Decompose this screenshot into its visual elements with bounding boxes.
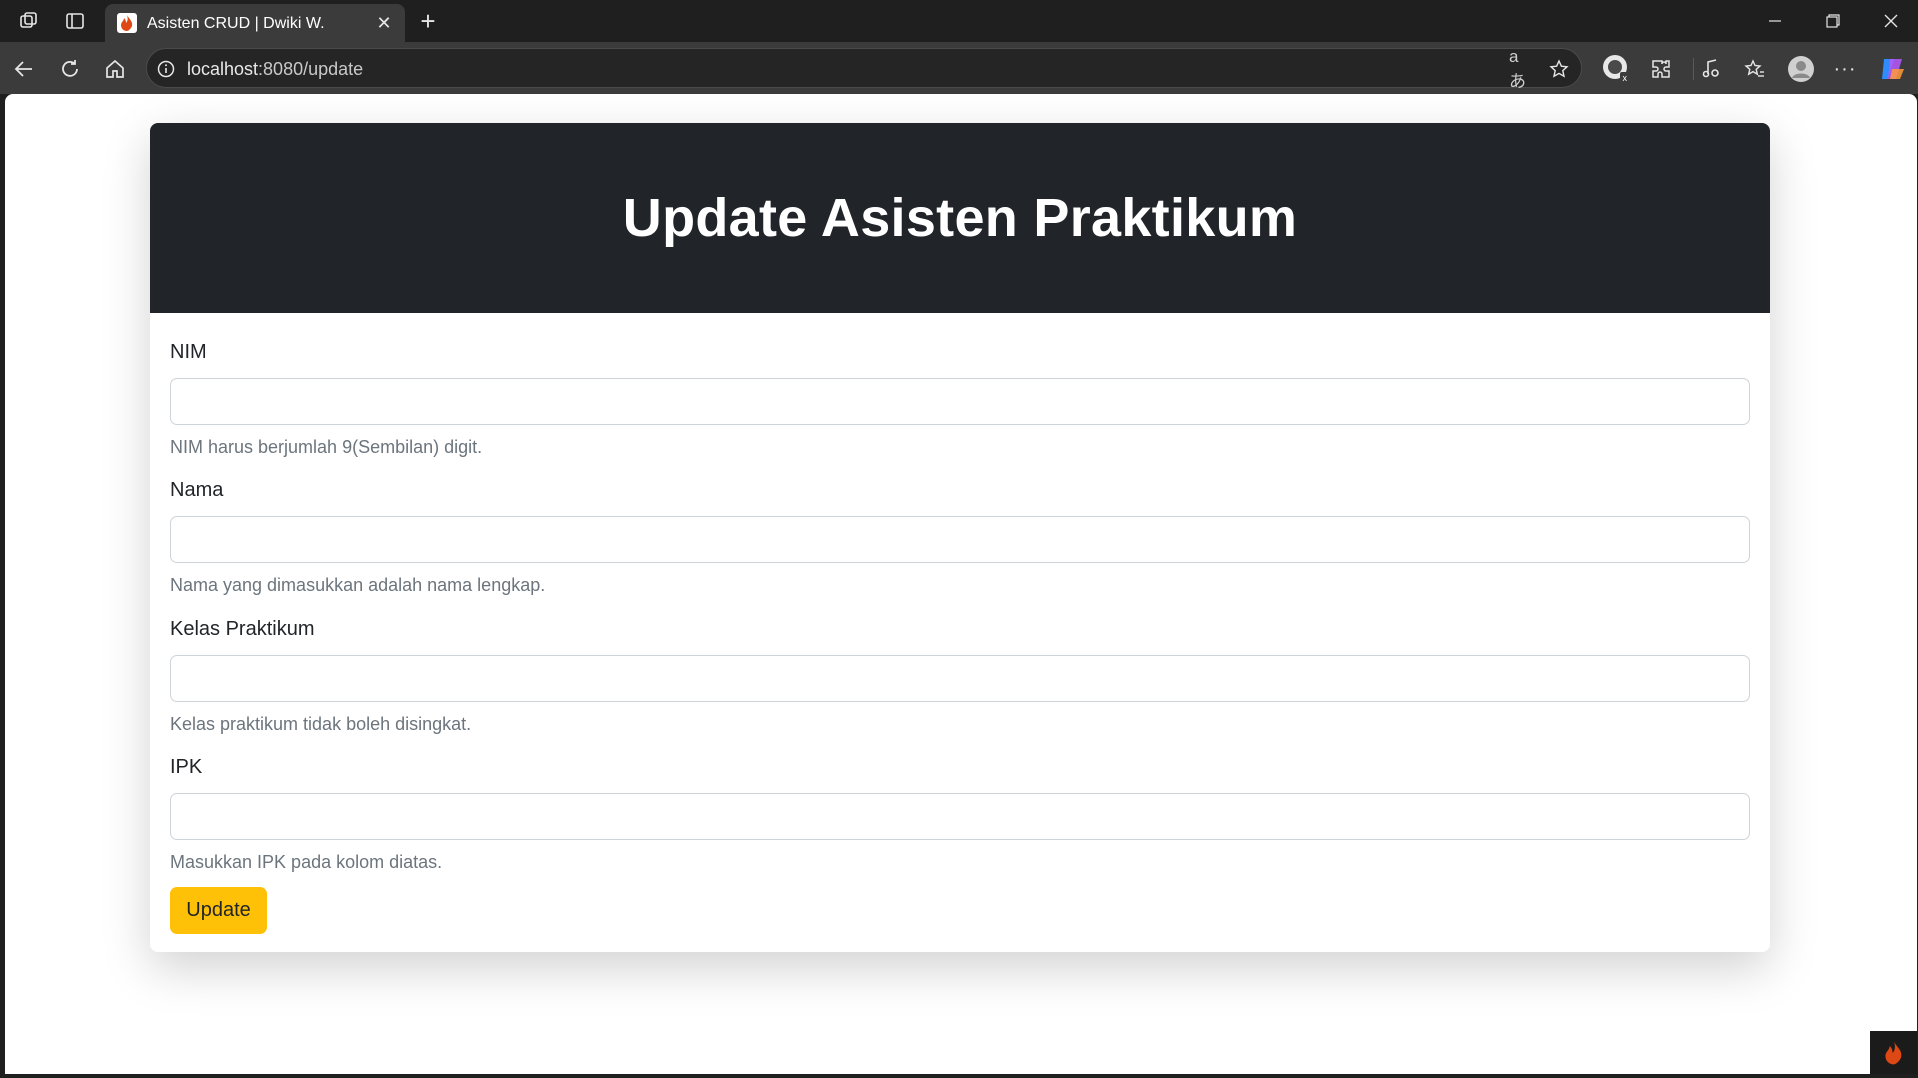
page-viewport: Update Asisten Praktikum NIM NIM harus b… (5, 94, 1917, 1074)
minimize-icon[interactable] (1762, 8, 1788, 34)
url-path: :8080/update (258, 59, 364, 79)
card-header: Update Asisten Praktikum (150, 123, 1770, 313)
nim-help-text: NIM harus berjumlah 9(Sembilan) digit. (170, 437, 483, 457)
close-icon[interactable]: ✕ (373, 12, 395, 34)
restore-icon[interactable] (1820, 8, 1846, 34)
kelas-praktikum-group: Kelas Praktikum Kelas praktikum tidak bo… (170, 618, 1750, 734)
nama-input[interactable] (170, 516, 1750, 563)
ipk-input[interactable] (170, 793, 1750, 840)
page-title: Update Asisten Praktikum (622, 188, 1298, 248)
read-aloud-icon[interactable]: aあ (1509, 47, 1533, 91)
refresh-icon[interactable] (56, 55, 84, 83)
nim-label: NIM (170, 341, 207, 363)
update-button[interactable]: Update (170, 887, 267, 934)
address-bar[interactable]: localhost:8080/update aあ (146, 47, 1582, 91)
more-icon[interactable]: ··· (1831, 55, 1859, 83)
kelas-praktikum-help-text: Kelas praktikum tidak boleh disingkat. (170, 714, 472, 734)
ipk-group: IPK Masukkan IPK pada kolom diatas. (170, 756, 1750, 872)
toolbar-divider (1693, 58, 1694, 80)
active-tab[interactable]: Asisten CRUD | Dwiki W. ✕ (105, 4, 405, 42)
site-info-icon[interactable] (155, 58, 177, 80)
kelas-praktikum-label: Kelas Praktikum (170, 618, 315, 640)
copilot-icon[interactable] (1876, 53, 1908, 85)
home-icon[interactable] (101, 55, 129, 83)
kelas-praktikum-input[interactable] (170, 655, 1750, 702)
nama-label: Nama (170, 479, 224, 501)
media-icon[interactable] (1697, 55, 1725, 83)
nama-group: Nama Nama yang dimasukkan adalah nama le… (170, 479, 1750, 595)
url-text: localhost:8080/update (187, 59, 363, 80)
svg-text:x: x (1623, 73, 1628, 83)
ipk-help-text: Masukkan IPK pada kolom diatas. (170, 852, 443, 872)
codeigniter-flame-icon (117, 13, 137, 33)
ipk-label: IPK (170, 756, 203, 778)
tab-title: Asisten CRUD | Dwiki W. (147, 15, 325, 32)
browser-toolbar: localhost:8080/update aあ x ··· (0, 42, 1918, 94)
extensions-icon[interactable] (1647, 55, 1675, 83)
new-tab-icon[interactable]: + (415, 6, 441, 36)
debug-toolbar-toggle[interactable] (1870, 1031, 1917, 1074)
browser-tab-bar: Asisten CRUD | Dwiki W. ✕ + (0, 0, 1918, 42)
workspaces-icon[interactable] (16, 8, 42, 34)
nim-input[interactable] (170, 378, 1750, 425)
back-icon[interactable] (10, 55, 38, 83)
codeigniter-flame-icon (1884, 1041, 1901, 1064)
profile-icon[interactable] (1785, 53, 1817, 85)
vertical-tabs-icon[interactable] (62, 8, 88, 34)
favorite-star-icon[interactable] (1547, 57, 1571, 81)
favorites-icon[interactable] (1741, 55, 1769, 83)
nim-group: NIM NIM harus berjumlah 9(Sembilan) digi… (170, 341, 1750, 457)
nama-help-text: Nama yang dimasukkan adalah nama lengkap… (170, 575, 546, 595)
close-window-icon[interactable] (1878, 8, 1904, 34)
profile-extension-icon[interactable]: x (1600, 52, 1632, 84)
update-form-card: Update Asisten Praktikum NIM NIM harus b… (150, 123, 1770, 952)
url-host: localhost (187, 59, 259, 79)
